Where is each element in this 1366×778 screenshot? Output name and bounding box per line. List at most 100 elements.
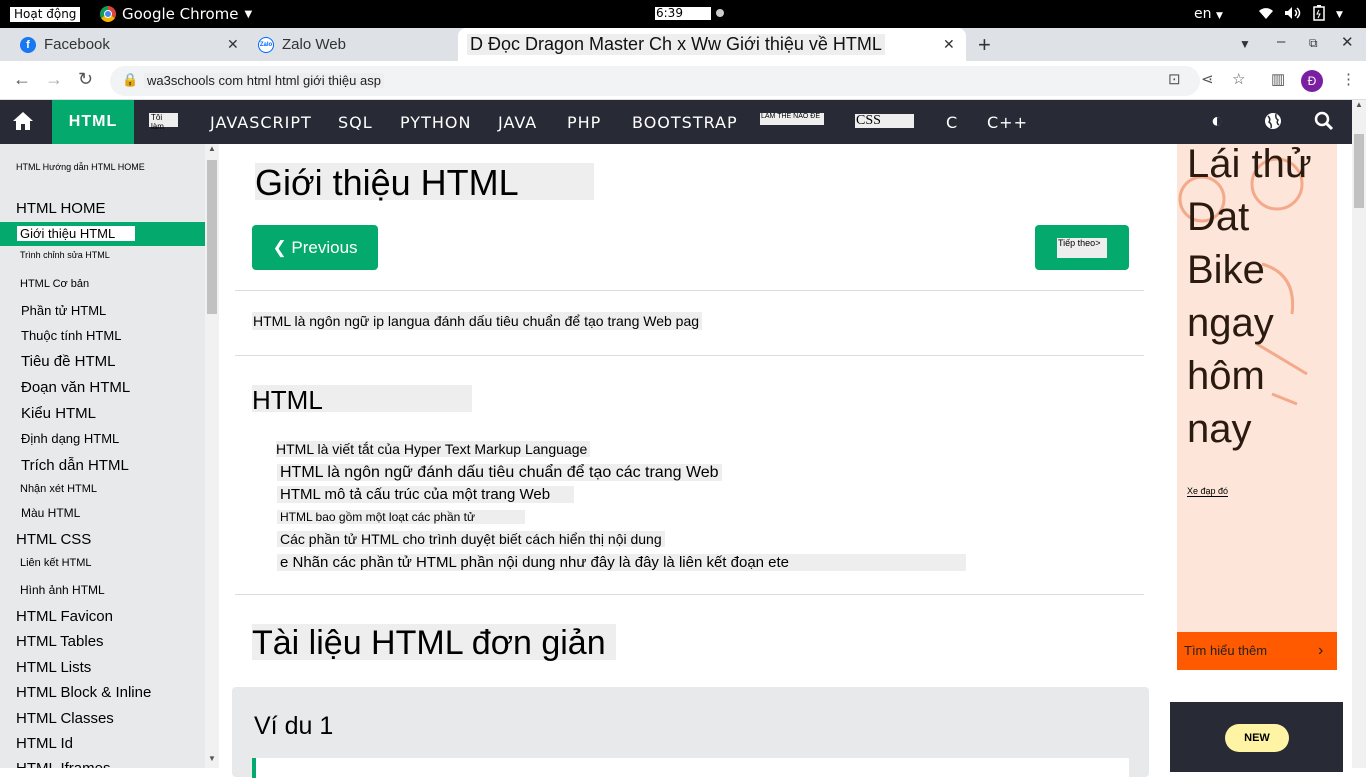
close-icon[interactable]: ✕ bbox=[227, 36, 239, 53]
sidebar-item-attributes[interactable]: Thuộc tính HTML bbox=[21, 328, 205, 343]
bookmark-star-icon[interactable]: ☆ bbox=[1232, 70, 1245, 88]
tab-facebook[interactable]: f Facebook ✕ bbox=[20, 28, 245, 61]
back-icon[interactable]: ← bbox=[13, 69, 31, 90]
sidebar-item-intro[interactable]: Giới thiệu HTML bbox=[0, 222, 205, 246]
nav-bootstrap[interactable]: BOOTSTRAP bbox=[632, 113, 738, 132]
sidebar-item-elements[interactable]: Phần tử HTML bbox=[21, 303, 205, 318]
example-box: Ví du 1 bbox=[232, 687, 1149, 778]
tab-strip: f Facebook ✕ Zalo Zalo Web D Đọc Dragon … bbox=[0, 28, 1366, 61]
sidebar-item-favicon[interactable]: HTML Favicon bbox=[16, 608, 205, 625]
sidebar-item-colors[interactable]: Màu HTML bbox=[21, 506, 205, 520]
sidebar-item-images[interactable]: Hình ảnh HTML bbox=[20, 583, 205, 597]
system-top-bar: Hoạt động Google Chrome ▼ 6:39 en ▼ ▼ bbox=[0, 0, 1366, 28]
dark-mode-icon[interactable]: ◐ bbox=[1211, 110, 1223, 133]
lock-icon[interactable]: 🔒 bbox=[122, 72, 138, 88]
sidebar-scroll-thumb[interactable] bbox=[207, 160, 217, 314]
menu-kebab-icon[interactable]: ⋮ bbox=[1341, 70, 1356, 88]
clock[interactable]: 6:39 bbox=[655, 7, 711, 20]
sidebar-item-lists[interactable]: HTML Lists bbox=[16, 659, 205, 676]
minimize-icon[interactable]: – bbox=[1277, 33, 1285, 50]
nav-html[interactable]: HTML bbox=[52, 100, 134, 144]
nav-python[interactable]: PYTHON bbox=[400, 113, 471, 132]
sidebar-item-paragraphs[interactable]: Đoạn văn HTML bbox=[21, 379, 205, 396]
list-item: e Nhãn các phần tử HTML phần nội dung nh… bbox=[277, 554, 967, 571]
sidebar-item-css[interactable]: HTML CSS bbox=[16, 531, 205, 548]
scroll-up-icon[interactable]: ▲ bbox=[208, 144, 216, 153]
side-panel-icon[interactable]: ▥ bbox=[1271, 70, 1285, 88]
tab-search-icon[interactable]: ▼ bbox=[1239, 37, 1251, 51]
activities-button[interactable]: Hoạt động bbox=[10, 7, 81, 22]
profile-avatar[interactable]: Đ bbox=[1301, 70, 1323, 92]
tab-html-intro[interactable]: D Đọc Dragon Master Ch x Ww Giới thiệu v… bbox=[458, 28, 966, 61]
nav-c[interactable]: C bbox=[946, 113, 958, 132]
section-heading-html: HTML bbox=[252, 385, 472, 415]
language-indicator[interactable]: en ▼ bbox=[1194, 6, 1223, 22]
nav-sql[interactable]: SQL bbox=[338, 113, 373, 132]
sidebar-item-styles[interactable]: Kiểu HTML bbox=[21, 405, 205, 422]
sidebar-scrollbar[interactable]: ▲ ▼ bbox=[205, 144, 219, 768]
chevron-down-icon: ▼ bbox=[1336, 10, 1343, 20]
divider bbox=[235, 594, 1144, 595]
sidebar-item-editors[interactable]: Trình chỉnh sửa HTML bbox=[20, 250, 205, 260]
scroll-up-icon[interactable]: ▲ bbox=[1355, 100, 1363, 109]
home-icon[interactable] bbox=[12, 111, 34, 137]
divider bbox=[235, 355, 1144, 356]
forward-icon[interactable]: → bbox=[45, 69, 63, 90]
sidebar-item-block-inline[interactable]: HTML Block & Inline bbox=[16, 684, 205, 701]
page-scrollbar[interactable]: ▲ bbox=[1352, 100, 1366, 768]
page-scroll-thumb[interactable] bbox=[1354, 134, 1364, 208]
sidebar-item-tables[interactable]: HTML Tables bbox=[16, 633, 205, 650]
chevron-down-icon: ▼ bbox=[244, 8, 253, 20]
nav-java[interactable]: JAVA bbox=[498, 113, 537, 132]
nav-cpp[interactable]: C++ bbox=[987, 113, 1028, 132]
nav-javascript[interactable]: JAVASCRIPT bbox=[210, 113, 312, 132]
address-bar[interactable]: 🔒 wa3schools com html html giới thiệu as… bbox=[110, 66, 1200, 96]
system-tray[interactable]: ▼ bbox=[1258, 5, 1343, 25]
sidebar-item-quotations[interactable]: Trích dẫn HTML bbox=[21, 457, 205, 474]
notification-dot-icon bbox=[716, 9, 724, 17]
nav-howto-small[interactable]: LÀM THẾ NÀO ĐỂ bbox=[760, 113, 824, 125]
sidebar-item-basic[interactable]: HTML Cơ bản bbox=[20, 278, 205, 290]
restore-icon[interactable]: ⧉ bbox=[1309, 36, 1318, 51]
ad-cta-button[interactable]: Tìm hiểu thêm › bbox=[1177, 632, 1337, 670]
section-heading-simple-doc: Tài liệu HTML đơn giản bbox=[252, 624, 616, 662]
share-icon[interactable]: ⋖ bbox=[1201, 70, 1214, 88]
zalo-icon: Zalo bbox=[258, 36, 274, 53]
translate-icon[interactable]: ⊡ bbox=[1168, 70, 1181, 88]
tab-label: Facebook bbox=[44, 36, 110, 53]
url-text[interactable]: wa3schools com html html giới thiệu asp bbox=[144, 73, 384, 88]
search-icon[interactable] bbox=[1314, 110, 1334, 137]
new-badge[interactable]: NEW bbox=[1225, 724, 1289, 752]
window-close-icon[interactable]: ✕ bbox=[1341, 33, 1354, 51]
intro-paragraph: HTML là ngôn ngữ ip langua đánh dấu tiêu… bbox=[252, 312, 703, 330]
sidebar-item-formatting[interactable]: Định dạng HTML bbox=[21, 431, 205, 446]
sidebar-item-links[interactable]: Liên kết HTML bbox=[20, 557, 205, 569]
divider bbox=[235, 290, 1144, 291]
list-item: HTML mô tả cấu trúc của một trang Web bbox=[277, 486, 575, 503]
sidebar-item-html-home[interactable]: HTML HOME bbox=[16, 200, 205, 217]
sidebar-item-classes[interactable]: HTML Classes bbox=[16, 710, 205, 727]
chevron-right-icon: › bbox=[1318, 642, 1324, 659]
sidebar-item-comments[interactable]: Nhận xét HTML bbox=[20, 483, 205, 495]
language-label: en bbox=[1194, 6, 1212, 22]
app-menu[interactable]: Google Chrome ▼ bbox=[100, 5, 252, 23]
nav-php[interactable]: PHP bbox=[567, 113, 601, 132]
close-icon[interactable]: ✕ bbox=[943, 36, 955, 53]
nav-css[interactable]: CSS bbox=[855, 114, 914, 128]
sidebar: HTML Hướng dẫn HTML HOME HTML HOME Giới … bbox=[0, 144, 205, 768]
tab-zalo[interactable]: Zalo Zalo Web bbox=[258, 28, 458, 61]
next-button[interactable]: Tiếp theo> bbox=[1035, 225, 1129, 270]
ad-headline: Lái thử Dat Bike ngay hôm nay bbox=[1187, 144, 1312, 451]
ad-small-link[interactable]: Xe đạp đó bbox=[1187, 486, 1229, 497]
scroll-down-icon[interactable]: ▼ bbox=[208, 754, 216, 763]
advertisement[interactable]: Lái thử Dat Bike ngay hôm nay Xe đạp đó … bbox=[1177, 144, 1337, 670]
reload-icon[interactable]: ↻ bbox=[78, 69, 93, 90]
sidebar-item-id[interactable]: HTML Id bbox=[16, 735, 205, 752]
previous-button[interactable]: ❮ Previous bbox=[252, 225, 378, 270]
chrome-icon bbox=[100, 6, 116, 22]
new-tab-button[interactable]: + bbox=[978, 32, 991, 58]
sidebar-item-headings[interactable]: Tiêu đề HTML bbox=[21, 353, 205, 370]
sidebar-item-iframes[interactable]: HTML Iframes bbox=[16, 760, 205, 768]
nav-tutorials-small[interactable]: Tôi làm bbox=[149, 113, 178, 131]
globe-icon[interactable] bbox=[1264, 110, 1282, 136]
